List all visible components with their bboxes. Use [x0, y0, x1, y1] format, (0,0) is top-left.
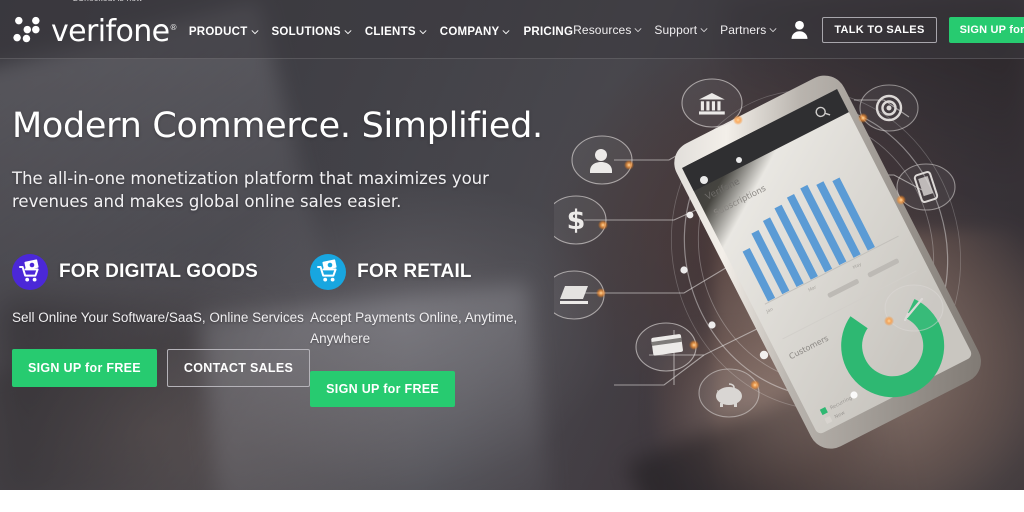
svg-text:$: $: [567, 205, 586, 236]
logo-wordmark-text: verifone: [51, 13, 170, 49]
hero-section: Verifone Subscriptions Jan Mar May Custo…: [0, 0, 1024, 490]
nav-item-clients-label: CLIENTS: [364, 25, 416, 38]
column-title-digital-goods: FOR DIGITAL GOODS: [59, 260, 259, 282]
column-buttons-retail: SIGN UP for FREE: [310, 370, 552, 407]
hero-columns: FOR DIGITAL GOODS Sell Online Your Softw…: [12, 253, 552, 407]
chevron-down-icon: [502, 29, 510, 34]
column-header: FOR RETAIL: [310, 253, 552, 290]
page-root: Verifone Subscriptions Jan Mar May Custo…: [0, 0, 1024, 512]
column-header: FOR DIGITAL GOODS: [12, 253, 310, 290]
shopping-cart-money-icon: [12, 253, 48, 290]
logo-registered-mark: ®: [169, 22, 177, 32]
chevron-down-icon: [769, 27, 777, 32]
hero-column-digital-goods: FOR DIGITAL GOODS Sell Online Your Softw…: [12, 253, 311, 407]
nav-item-solutions[interactable]: SOLUTIONS: [272, 26, 352, 38]
nav-item-company-label: COMPANY: [439, 25, 500, 38]
chevron-down-icon: [700, 27, 708, 32]
logo-kicker-text: 2Checkout is now: [73, 0, 143, 3]
site-header: 2Checkout is now verifone® PRODUCT SOLUT…: [0, 0, 1024, 59]
hero-subheadline: The all-in-one monetization platform tha…: [12, 168, 489, 212]
nav-item-pricing[interactable]: PRICING: [523, 26, 573, 38]
user-account-icon[interactable]: [791, 20, 808, 39]
retail-signup-button[interactable]: SIGN UP for FREE: [310, 370, 456, 407]
nav-item-solutions-label: SOLUTIONS: [271, 25, 341, 38]
digital-goods-signup-button[interactable]: SIGN UP for FREE: [12, 349, 157, 388]
nav-item-product-label: PRODUCT: [188, 25, 248, 38]
nav-item-support-label: Support: [654, 22, 698, 37]
column-description-retail: Accept Payments Online, Anytime, Anywher…: [310, 309, 518, 347]
column-description-digital-goods: Sell Online Your Software/SaaS, Online S…: [12, 309, 304, 325]
hero-content: Modern Commerce. Simplified. The all-in-…: [12, 108, 552, 407]
chevron-down-icon: [250, 29, 259, 34]
secondary-navigation: Resources Support Partners TALK TO SALES…: [573, 16, 1024, 43]
shopping-cart-money-icon: [310, 253, 347, 290]
chevron-down-icon: [419, 29, 427, 34]
hero-headline: Modern Commerce. Simplified.: [12, 106, 543, 146]
page-body-below-hero: [0, 490, 1024, 512]
nav-item-partners-label: Partners: [720, 22, 767, 37]
verifone-dots-logo-icon: [13, 16, 40, 42]
talk-to-sales-button[interactable]: TALK TO SALES: [822, 16, 937, 43]
column-title-retail: FOR RETAIL: [357, 260, 472, 282]
hero-phone-network-graphic: Verifone Subscriptions Jan Mar May Custo…: [554, 55, 1024, 475]
nav-item-resources[interactable]: Resources: [573, 23, 642, 37]
nav-item-pricing-label: PRICING: [523, 25, 574, 38]
nav-item-support[interactable]: Support: [654, 23, 708, 37]
nav-item-resources-label: Resources: [573, 22, 632, 37]
chevron-down-icon: [634, 27, 642, 32]
digital-goods-contact-sales-button[interactable]: CONTACT SALES: [166, 349, 311, 388]
hero-column-retail: FOR RETAIL Accept Payments Online, Anyti…: [310, 253, 552, 407]
nav-item-product[interactable]: PRODUCT: [189, 26, 259, 38]
chevron-down-icon: [344, 29, 352, 34]
header-signup-button[interactable]: SIGN UP for FREE: [948, 16, 1024, 43]
main-navigation: PRODUCT SOLUTIONS CLIENTS COMPANY PRICIN…: [189, 26, 573, 38]
nav-item-company[interactable]: COMPANY: [440, 26, 511, 38]
site-logo[interactable]: 2Checkout is now verifone®: [12, 0, 178, 49]
logo-wordmark: verifone®: [51, 13, 178, 49]
column-buttons-digital-goods: SIGN UP for FREE CONTACT SALES: [12, 349, 311, 388]
nav-item-clients[interactable]: CLIENTS: [365, 26, 427, 38]
nav-item-partners[interactable]: Partners: [720, 23, 777, 37]
header-divider: [0, 58, 1024, 59]
